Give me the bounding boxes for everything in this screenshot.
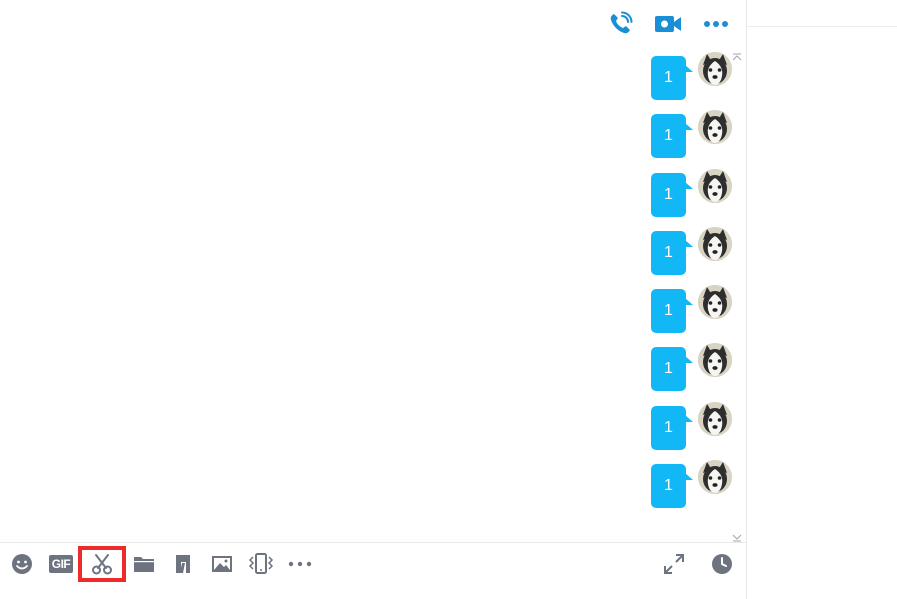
shake-phone-icon — [248, 553, 274, 574]
husky-avatar-icon — [698, 460, 732, 495]
message-list: 1 1 1 1 1 1 1 1 — [612, 52, 732, 518]
bubble-tail — [685, 123, 693, 131]
message-bubble[interactable]: 1 — [651, 114, 686, 159]
avatar[interactable] — [698, 401, 732, 436]
emoji-icon — [12, 554, 32, 574]
image-icon — [212, 556, 232, 572]
avatar[interactable] — [698, 226, 732, 261]
message-bubble[interactable]: 1 — [651, 464, 686, 509]
bubble-tail — [685, 473, 693, 481]
more-options-button[interactable] — [702, 10, 730, 38]
bubble-tail — [685, 298, 693, 306]
scroll-down-button[interactable] — [732, 529, 742, 542]
side-pane — [747, 0, 897, 599]
gif-button[interactable]: GIF — [47, 549, 75, 579]
message-bubble[interactable]: 1 — [651, 347, 686, 392]
husky-avatar-icon — [698, 401, 732, 436]
screenshot-button[interactable] — [78, 546, 126, 582]
avatar[interactable] — [698, 460, 732, 495]
toolbar-divider — [0, 542, 746, 543]
avatar[interactable] — [698, 343, 732, 378]
more-horizontal-icon — [704, 21, 728, 27]
avatar[interactable] — [698, 285, 732, 320]
folder-icon — [134, 557, 154, 572]
chat-header-actions — [606, 10, 730, 38]
husky-avatar-icon — [698, 343, 732, 378]
bubble-tail — [685, 65, 693, 72]
phone-icon — [610, 11, 633, 34]
avatar[interactable] — [698, 52, 732, 86]
expand-icon — [664, 554, 684, 574]
message-bubble[interactable]: 1 — [651, 289, 686, 334]
husky-avatar-icon — [698, 285, 732, 320]
chevron-down-icon — [732, 534, 742, 542]
bubble-tail — [685, 414, 693, 422]
clock-history-icon — [712, 554, 732, 574]
history-button[interactable] — [708, 549, 736, 579]
send-image-button[interactable] — [208, 549, 236, 579]
message-item: 1 — [612, 226, 732, 285]
scroll-up-button[interactable] — [732, 48, 742, 61]
message-item: 1 — [612, 401, 732, 460]
bubble-tail — [685, 356, 693, 364]
message-item: 1 — [612, 52, 732, 110]
avatar[interactable] — [698, 168, 732, 203]
expand-button[interactable] — [660, 549, 688, 579]
husky-avatar-icon — [698, 226, 732, 261]
chevron-up-icon — [732, 53, 742, 61]
message-item: 1 — [612, 343, 732, 401]
video-camera-icon — [655, 16, 681, 32]
message-bubble[interactable]: 1 — [651, 56, 686, 100]
husky-avatar-icon — [698, 52, 732, 86]
husky-avatar-icon — [698, 110, 732, 145]
message-item: 1 — [612, 285, 732, 343]
side-divider — [747, 26, 897, 27]
message-item: 1 — [612, 168, 732, 227]
bubble-tail — [685, 181, 693, 189]
message-item: 1 — [612, 110, 732, 168]
screenshot-scissors-icon — [92, 554, 112, 575]
message-bubble[interactable]: 1 — [651, 172, 686, 217]
gif-icon: GIF — [48, 555, 74, 573]
shake-button[interactable] — [247, 549, 275, 579]
video-call-button[interactable] — [654, 10, 682, 38]
voice-call-button[interactable] — [606, 10, 634, 38]
chat-pane: 1 1 1 1 1 1 1 1 GIF — [0, 0, 747, 599]
bubble-tail — [685, 239, 693, 247]
emoji-button[interactable] — [8, 549, 36, 579]
message-item: 1 — [612, 460, 732, 518]
husky-avatar-icon — [698, 168, 732, 203]
document-button[interactable] — [169, 549, 197, 579]
send-file-button[interactable] — [130, 549, 158, 579]
more-tools-button[interactable] — [286, 549, 314, 579]
message-bubble[interactable]: 1 — [651, 405, 686, 450]
input-toolbar: GIF — [8, 546, 325, 582]
chat-window: 1 1 1 1 1 1 1 1 GIF — [0, 0, 897, 599]
avatar[interactable] — [698, 110, 732, 145]
more-icon — [288, 561, 312, 567]
message-bubble[interactable]: 1 — [651, 230, 686, 275]
toolbar-right — [660, 549, 736, 579]
document-icon — [176, 555, 190, 573]
